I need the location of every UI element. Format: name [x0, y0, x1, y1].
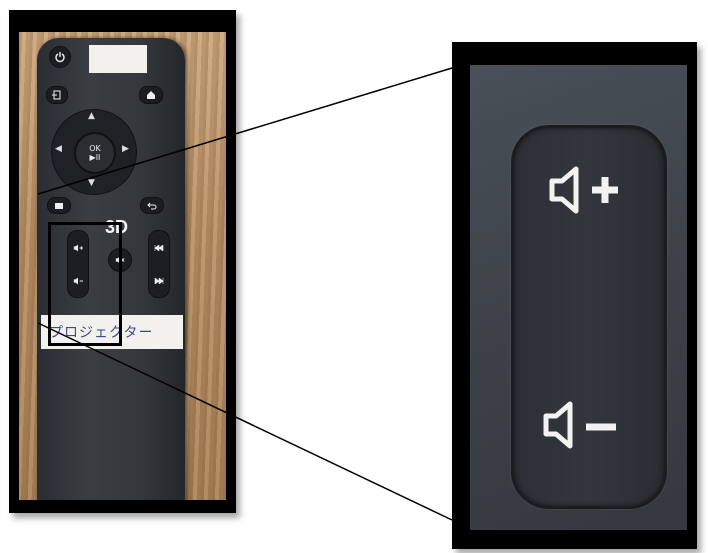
zoom-connector-bottom: [37, 322, 453, 521]
zoom-connector-top: [37, 67, 453, 195]
zoom-connector-lines: [37, 67, 453, 521]
